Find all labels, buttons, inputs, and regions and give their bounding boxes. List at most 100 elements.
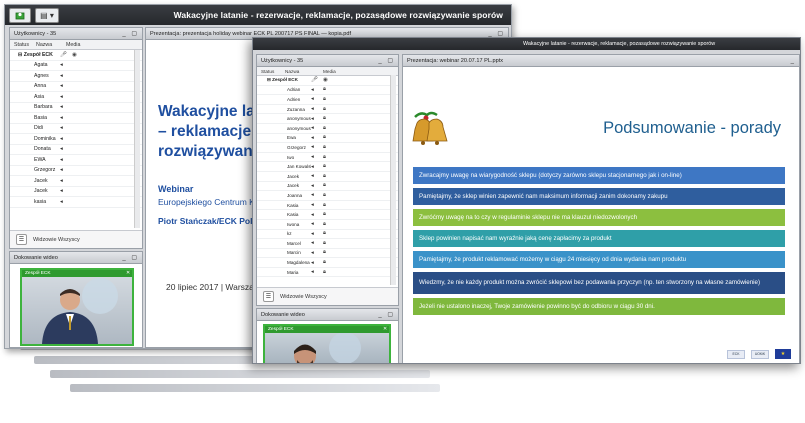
user-name: EWA (34, 156, 46, 163)
user-row[interactable]: EWA ◂ (10, 155, 142, 166)
user-row[interactable]: Iwo ◂ 🔒︎ (257, 153, 398, 163)
user-group-row[interactable]: ⊟ Zespół ECK 🎤︎ ◉ (257, 76, 398, 86)
user-row[interactable]: Didi ◂ (10, 124, 142, 134)
lock-icon: 🔒︎ (323, 134, 326, 141)
user-row[interactable]: Adrien ◂ 🔒︎ (257, 95, 398, 105)
user-row[interactable]: Dominika ◂ (10, 134, 142, 145)
users-list: Agata ◂ Agnes ◂ Anna ◂ Asia ◂ Barbara ◂ Basia ◂ Didi… (10, 61, 142, 208)
user-row[interactable]: Marcel ◂ 🔒︎ (257, 239, 398, 249)
lock-icon: 🔒︎ (323, 191, 326, 198)
user-name: Basia (34, 114, 47, 121)
users-footer: ☰ Widzowie Wszyscy (10, 230, 142, 248)
panel-controls[interactable]: _ ▢ (378, 57, 395, 64)
user-row[interactable]: Agata ◂ (10, 61, 142, 71)
speaker-icon: ◂ (60, 146, 63, 153)
presentation-panel: Prezentacja: webinar 20.07.17 PL.pptx _ … (402, 54, 800, 363)
user-name: Jacek (287, 183, 300, 189)
lock-icon: 🔒︎ (323, 153, 326, 160)
user-name: anonymous (287, 125, 311, 131)
speaker-icon: ◂ (311, 221, 314, 228)
column-media[interactable]: Media (66, 42, 80, 48)
panel-controls[interactable]: _ ▢ (122, 30, 139, 37)
speaker-icon: ◂ (311, 86, 314, 93)
user-row[interactable]: Marcin ◂ 🔒︎ (257, 249, 398, 259)
panel-controls[interactable]: _ ▢ (488, 30, 505, 37)
meeting-icon-button[interactable] (9, 7, 31, 23)
column-status[interactable]: Status (10, 42, 36, 48)
column-name[interactable]: Nazwa (36, 42, 66, 48)
speaker-icon: ◂ (311, 202, 314, 209)
user-name: Adrien (287, 96, 301, 102)
user-row[interactable]: Anna ◂ (10, 82, 142, 92)
video-panel-header: Dokowanie wideo _ ▢ (10, 252, 142, 264)
users-options-icon[interactable]: ☰ (16, 234, 27, 245)
user-name: Jacek (34, 177, 48, 184)
video-label: Zespół ECK ✕ (22, 270, 132, 277)
slide-webinar-label: Webinar (158, 184, 194, 194)
user-name: Anna (34, 83, 47, 90)
slide-organizer: Europejskiego Centrum Ko (158, 197, 260, 207)
lock-icon: ◉ (72, 51, 77, 58)
user-row[interactable]: Adrian ◂ 🔒︎ (257, 86, 398, 96)
user-row[interactable]: Jacek ◂ 🔒︎ (257, 172, 398, 182)
user-name: Kasia (287, 212, 299, 218)
layout-menu-button[interactable]: ▤ ▾ (35, 7, 59, 23)
lock-icon: ◉ (323, 77, 328, 84)
users-columns: Status Nazwa Media (257, 67, 398, 76)
users-options-icon[interactable]: ☰ (263, 291, 274, 302)
user-row[interactable]: Asia ◂ (10, 92, 142, 103)
user-row[interactable]: Iwona ◂ 🔒︎ (257, 220, 398, 230)
panel-controls[interactable]: _ (791, 58, 796, 64)
user-row[interactable]: Agnes ◂ (10, 71, 142, 82)
user-row[interactable]: Joanna ◂ 🔒︎ (257, 191, 398, 201)
speaker-icon: ◂ (311, 106, 314, 113)
user-name: Marcin (287, 250, 301, 256)
user-row[interactable]: Magdalena ◂ 🔒︎ (257, 258, 398, 268)
tip-bar: Pamiętajmy, że sklep winien zapewnić nam… (413, 188, 785, 205)
panel-controls[interactable]: _ ▢ (378, 311, 395, 318)
panel-controls[interactable]: _ ▢ (122, 254, 139, 261)
user-row[interactable]: Jan Kowalski◂ 🔒︎ (257, 162, 398, 172)
user-row[interactable]: Ewa ◂ 🔒︎ (257, 134, 398, 144)
users-panel: Użytkownicy - 35 _ ▢ Status Nazwa Media … (9, 27, 143, 249)
speaker-icon: ◂ (60, 125, 63, 132)
users-columns: Status Nazwa Media (10, 40, 142, 50)
user-row[interactable]: Maria ◂ 🔒︎ (257, 268, 398, 278)
user-row[interactable]: kz ◂ 🔒︎ (257, 230, 398, 240)
speaker-icon: ◂ (60, 167, 63, 174)
column-status[interactable]: Status (257, 69, 285, 74)
close-icon[interactable]: ✕ (126, 271, 130, 276)
close-icon[interactable]: ✕ (383, 327, 387, 332)
user-row[interactable]: anonymous ◂ 🔒︎ (257, 124, 398, 134)
user-row[interactable]: Grzegorz ◂ 🔒︎ (257, 143, 398, 153)
user-row[interactable]: Barbara ◂ (10, 103, 142, 113)
user-row[interactable]: Grzegorz ◂ (10, 166, 142, 176)
user-row[interactable]: Basia ◂ (10, 113, 142, 124)
user-row[interactable]: kasia ◂ (10, 197, 142, 208)
user-name: kasia (34, 198, 47, 205)
users-scrollbar[interactable] (134, 50, 140, 228)
slide-author: Piotr Stańczak/ECK Polska (158, 216, 267, 226)
user-row[interactable]: Kasia ◂ 🔒︎ (257, 201, 398, 211)
user-name: Zuzanna (287, 106, 305, 112)
users-scrollbar[interactable] (390, 75, 396, 285)
title-bar: Wakacyjne latanie - rezerwacje, reklamac… (253, 38, 800, 50)
user-row[interactable]: anonymous ◂ 🔒︎ (257, 114, 398, 124)
user-name: Barbara (34, 104, 53, 111)
user-row[interactable]: Jacek ◂ (10, 187, 142, 197)
speaker-icon: ◂ (60, 93, 63, 100)
lock-icon: 🔒︎ (323, 163, 326, 170)
users-footer-label: Widzowie Wszyscy (280, 293, 327, 300)
user-name: Dominika (34, 135, 56, 142)
column-name[interactable]: Nazwa (285, 69, 323, 74)
user-row[interactable]: Kasia ◂ 🔒︎ (257, 210, 398, 220)
user-row[interactable]: Donata ◂ (10, 145, 142, 155)
user-row[interactable]: Jacek ◂ 🔒︎ (257, 182, 398, 192)
user-name: Donata (34, 146, 51, 153)
user-group-row[interactable]: ⊟ Zespół ECK 🎤︎ ◉ (10, 50, 142, 61)
column-media[interactable]: Media (323, 69, 336, 74)
user-row[interactable]: Zuzanna ◂ 🔒︎ (257, 105, 398, 115)
user-name: Grzegorz (287, 144, 306, 150)
logo: ECK (727, 349, 745, 359)
user-row[interactable]: Jacek ◂ (10, 176, 142, 187)
